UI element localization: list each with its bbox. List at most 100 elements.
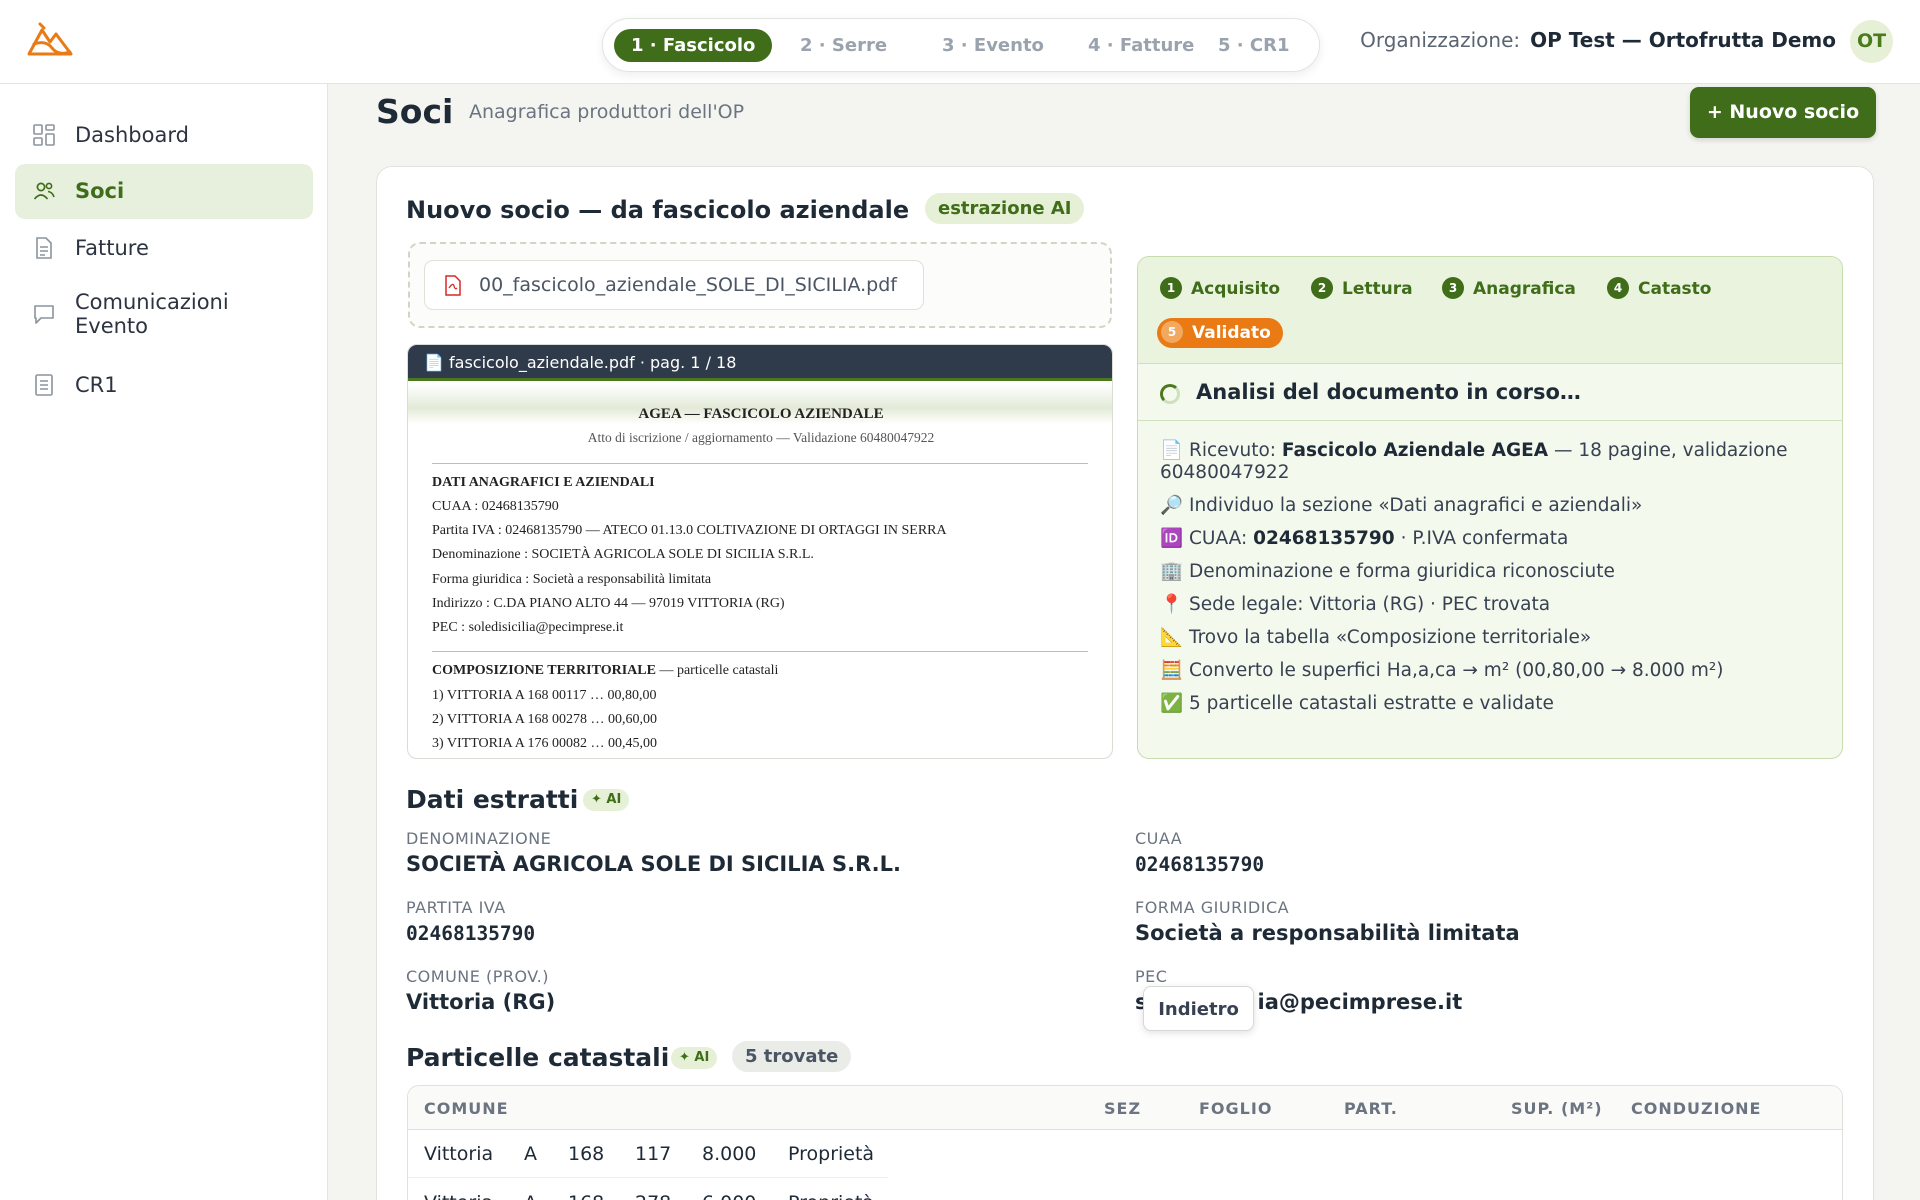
pdf-section-title: DATI ANAGRAFICI E AZIENDALI <box>432 475 655 490</box>
analysis-log-line-cont: 60480047922 <box>1160 462 1290 483</box>
column-header-sez[interactable]: SEZ <box>1104 1099 1141 1118</box>
cell-conduzione: Proprietà <box>788 1192 874 1200</box>
cell-sez: A <box>524 1192 537 1200</box>
log-text: CUAA: <box>1189 528 1254 549</box>
step-label: Acquisito <box>1191 279 1281 299</box>
pdf-heading: AGEA — FASCICOLO AZIENDALE <box>638 406 884 422</box>
wizard-step-cr1[interactable]: 5 · CR1 <box>1201 29 1307 62</box>
analysis-log-line: 📍 Sede legale: Vittoria (RG) · PEC trovat… <box>1160 594 1550 616</box>
sidebar-item-dashboard[interactable]: Dashboard <box>15 108 313 162</box>
pdf-section-title: COMPOSIZIONE TERRITORIALE — particelle c… <box>432 663 778 679</box>
parcels-count-badge: 5 trovate <box>732 1041 852 1072</box>
pdf-subheading: Atto di iscrizione / aggiornamento — Val… <box>587 430 935 445</box>
sidebar-item-soci[interactable]: Soci <box>15 164 313 219</box>
analysis-status-row: Analisi del documento in corso… <box>1138 364 1842 421</box>
user-avatar[interactable]: OT <box>1850 20 1893 63</box>
field-value-forma-giuridica: Società a responsabilità limitata <box>1135 921 1520 945</box>
field-label-forma-giuridica: FORMA GIURIDICA <box>1135 898 1290 917</box>
log-text: · P.IVA confermata <box>1394 528 1569 549</box>
id-icon: 🆔 <box>1160 528 1184 549</box>
step-number: 5 <box>1161 321 1183 343</box>
field-label-comune: COMUNE (PROV.) <box>406 967 549 986</box>
column-header-part[interactable]: PART. <box>1344 1099 1398 1118</box>
log-text: Ricevuto: <box>1189 440 1282 461</box>
cell-comune: Vittoria <box>424 1143 494 1165</box>
wizard-step-fascicolo[interactable]: 1 · Fascicolo <box>614 29 773 62</box>
pdf-line: PEC : soledisicilia@pecimprese.it <box>432 620 624 635</box>
pdf-line: CUAA : 02468135790 <box>432 499 559 514</box>
column-header-conduzione[interactable]: CONDUZIONE <box>1631 1099 1761 1118</box>
uploaded-file-name: 00_fascicolo_aziendale_SOLE_DI_SICILIA.p… <box>479 274 897 296</box>
cell-part: 117 <box>635 1143 672 1165</box>
magnifier-icon: 🔎 <box>1160 495 1184 516</box>
cell-superficie: 8.000 <box>702 1143 757 1165</box>
sidebar: Dashboard Soci Fatture Comunicazioni Eve… <box>0 84 328 1200</box>
cell-comune: Vittoria <box>424 1192 493 1200</box>
wizard-step-evento[interactable]: 3 · Evento <box>925 29 1061 62</box>
column-header-superficie[interactable]: SUP. (M²) <box>1511 1099 1603 1118</box>
table-row[interactable]: Vittoria A 168 278 6.000 Proprietà <box>408 1179 888 1200</box>
ruler-icon: 📐 <box>1160 627 1184 648</box>
wizard-step-serre[interactable]: 2 · Serre <box>783 29 904 62</box>
organization-info: Organizzazione: OP Test — Ortofrutta Demo <box>1360 28 1836 52</box>
field-value-partita-iva: 02468135790 <box>406 922 536 945</box>
pec-value-end: ia@pecimprese.it <box>1257 990 1463 1014</box>
check-icon: ✅ <box>1160 693 1184 714</box>
ai-tag: ✦ AI <box>671 1047 718 1069</box>
field-label-cuaa: CUAA <box>1135 829 1183 848</box>
analysis-step-acquisito: 1 Acquisito <box>1160 275 1280 303</box>
analysis-status: Analisi del documento in corso… <box>1196 380 1581 404</box>
cell-sez: A <box>524 1143 537 1165</box>
uploaded-file-chip[interactable]: 00_fascicolo_aziendale_SOLE_DI_SICILIA.p… <box>424 260 924 310</box>
pdf-preview[interactable]: 📄 fascicolo_aziendale.pdf · pag. 1 / 18 … <box>407 344 1113 759</box>
sidebar-item-label: CR1 <box>75 373 118 397</box>
pdf-preview-title: 📄 fascicolo_aziendale.pdf · pag. 1 / 18 <box>408 345 1112 381</box>
field-label-pec: PEC <box>1135 967 1168 986</box>
wizard-stepper: 1 · Fascicolo 2 · Serre 3 · Evento 4 · F… <box>602 18 1320 72</box>
table-row[interactable]: Vittoria A 168 117 8.000 Proprietà <box>408 1130 888 1178</box>
sidebar-item-cr1[interactable]: CR1 <box>15 358 313 412</box>
app-logo-icon[interactable] <box>26 18 74 60</box>
extracted-data-title: Dati estratti <box>406 785 579 814</box>
field-value-comune: Vittoria (RG) <box>406 990 556 1014</box>
analysis-step-catasto: 4 Catasto <box>1607 275 1711 303</box>
table-header-row: COMUNE SEZ FOGLIO PART. SUP. (M²) CONDUZ… <box>408 1086 1842 1130</box>
field-value-cuaa: 02468135790 <box>1135 853 1265 876</box>
analysis-log-line: 🧮 Converto le superfici Ha,a,ca → m² (00,… <box>1160 660 1724 682</box>
pdf-section2-suffix: — particelle catastali <box>655 663 779 678</box>
analysis-log-line: 🔎 Individuo la sezione «Dati anagrafici e… <box>1160 495 1642 517</box>
sidebar-item-comunicazioni-evento[interactable]: Comunicazioni Evento <box>15 276 313 352</box>
log-text: Individuo la sezione «Dati anagrafici e … <box>1189 495 1643 516</box>
wizard-step-fatture[interactable]: 4 · Fatture <box>1071 29 1211 62</box>
log-highlight: Fascicolo Aziendale AGEA <box>1281 440 1549 461</box>
step-number: 3 <box>1442 277 1464 299</box>
field-label-partita-iva: PARTITA IVA <box>406 898 506 917</box>
back-tooltip-button[interactable]: Indietro <box>1143 986 1254 1031</box>
chat-icon <box>34 305 54 324</box>
sidebar-item-label: Comunicazioni <box>75 290 229 314</box>
column-header-comune[interactable]: COMUNE <box>424 1099 509 1118</box>
sidebar-item-label: Fatture <box>75 236 149 260</box>
pdf-divider <box>432 651 1088 652</box>
analysis-log-line: 🆔 CUAA: 02468135790 · P.IVA confermata <box>1160 528 1568 550</box>
abacus-icon: 🧮 <box>1160 660 1184 681</box>
new-member-button[interactable]: + Nuovo socio <box>1690 87 1876 138</box>
pdf-section2-title: COMPOSIZIONE TERRITORIALE <box>432 663 656 678</box>
log-highlight: 02468135790 <box>1253 528 1395 549</box>
step-label: Lettura <box>1342 279 1413 299</box>
sidebar-item-label: Soci <box>75 179 125 203</box>
cell-superficie: 6.000 <box>702 1192 756 1200</box>
parcels-title: Particelle catastali <box>406 1043 670 1072</box>
building-icon: 🏢 <box>1160 561 1184 582</box>
cell-conduzione: Proprietà <box>788 1143 875 1165</box>
sidebar-item-fatture[interactable]: Fatture <box>15 221 313 275</box>
pdf-file-icon <box>445 275 461 296</box>
ai-tag: ✦ AI <box>583 789 630 811</box>
step-label: Validato <box>1192 323 1271 343</box>
log-text: Trovo la tabella «Composizione territori… <box>1189 627 1592 648</box>
analysis-step-validato: 5 Validato <box>1157 318 1283 348</box>
page-title: Soci <box>376 92 454 131</box>
pdf-parcel-line: 2) VITTORIA A 168 00278 … 00,60,00 <box>432 712 658 727</box>
column-header-foglio[interactable]: FOGLIO <box>1199 1099 1272 1118</box>
analysis-log-line: 📄 Ricevuto: Fascicolo Aziendale AGEA — 18… <box>1160 440 1788 462</box>
